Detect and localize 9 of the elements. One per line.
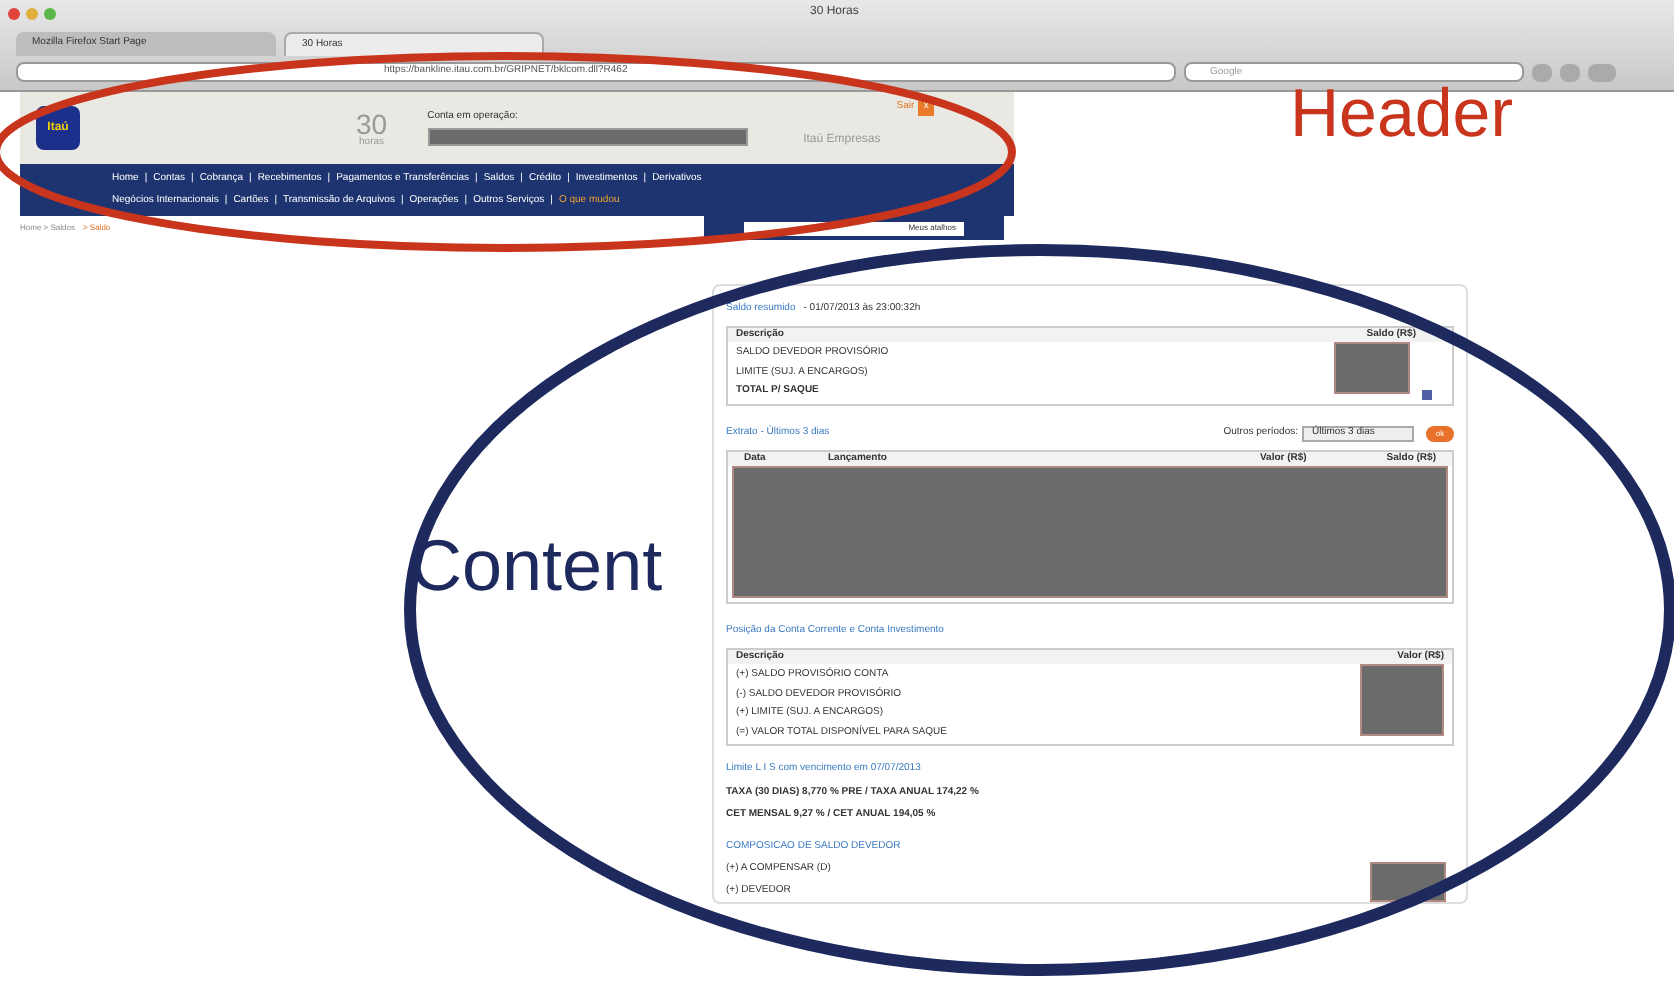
minimize-icon[interactable] bbox=[26, 7, 38, 19]
annotation-label: Header bbox=[1290, 80, 1514, 148]
zoom-icon[interactable] bbox=[44, 7, 56, 19]
account-select[interactable] bbox=[427, 127, 748, 146]
brand-number: 30 bbox=[356, 109, 388, 137]
redaction-block bbox=[1334, 342, 1410, 394]
redaction-block bbox=[1360, 664, 1444, 736]
close-icon[interactable] bbox=[8, 7, 20, 19]
calculator-icon[interactable] bbox=[1422, 389, 1432, 399]
